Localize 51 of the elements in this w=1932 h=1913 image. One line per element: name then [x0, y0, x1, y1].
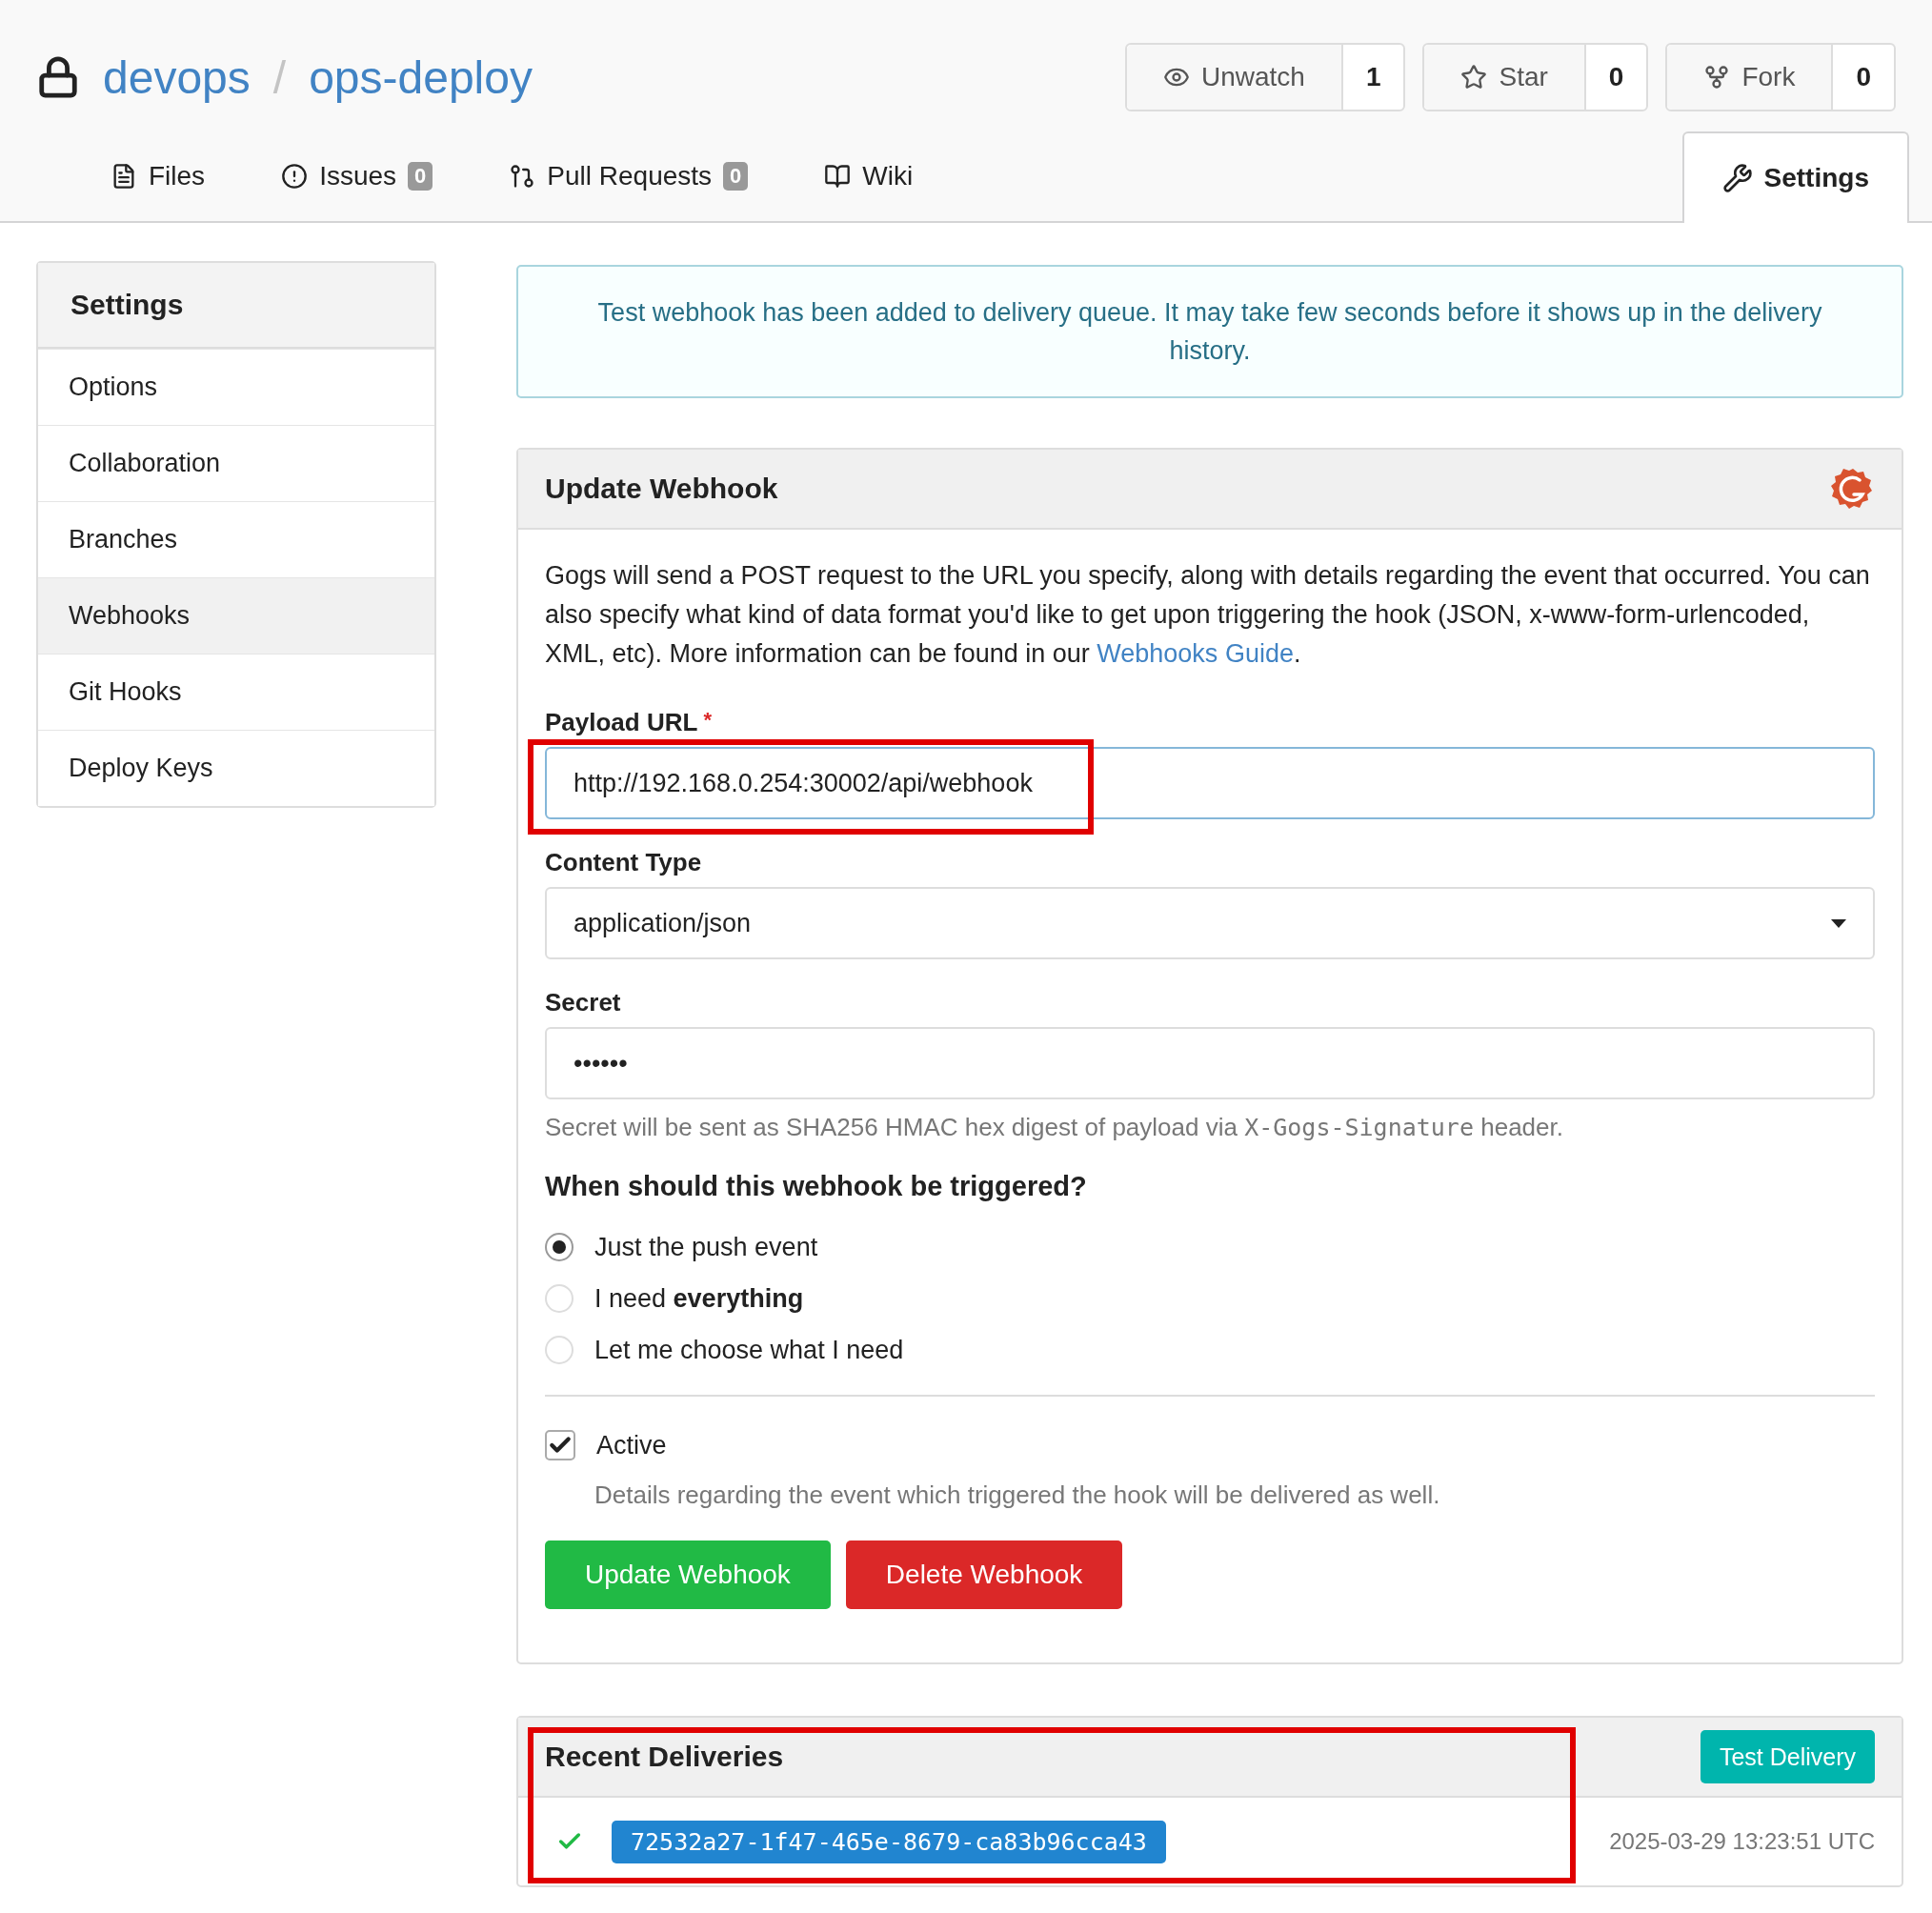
- action-count: 0: [1855, 61, 1872, 93]
- radio-label: Let me choose what I need: [594, 1335, 904, 1365]
- nav-tab[interactable]: Wiki: [786, 131, 952, 221]
- form-button[interactable]: Delete Webhook: [845, 1540, 1123, 1609]
- gear-logo-icon: [1831, 467, 1875, 511]
- field-label: Secret: [545, 988, 622, 1017]
- radio-label: Just the push event: [594, 1232, 818, 1262]
- path-separator: /: [272, 50, 287, 104]
- nav-tab[interactable]: Files: [72, 131, 244, 221]
- field-label: Content Type: [545, 848, 703, 877]
- action-button[interactable]: Star: [1424, 45, 1586, 110]
- active-hint: Details regarding the event which triggered the hook will be delivered as well.: [594, 1480, 1441, 1510]
- description-text: Gogs will send a POST request to the URL you specify, along with details regarding the event that occurred. You can also specify what kind of data format you'd like to get upon triggering the hook (JSON, x-www-form-urlencoded, XML, etc). More information can be found in our Webhooks Guide.: [545, 560, 1871, 670]
- action-count: 1: [1364, 61, 1382, 93]
- action-button[interactable]: Fork: [1667, 45, 1834, 110]
- nav-tab[interactable]: Issues 0: [243, 131, 472, 221]
- delivery-id[interactable]: 72532a27-1f47-465e-8679-ca83b96cca43: [612, 1820, 1166, 1863]
- payload-url-input[interactable]: http://192.168.0.254:30002/api/webhook: [545, 747, 1875, 819]
- dropdown-icon: [1831, 918, 1846, 928]
- delivery-time: 2025-03-29 13:23:51 UTC: [1609, 1828, 1875, 1855]
- radio-button[interactable]: [545, 1233, 574, 1261]
- info-message: Test webhook has been added to delivery queue. It may take few seconds before it shows up in the delivery history.: [516, 265, 1903, 398]
- content-type-select[interactable]: application/json: [545, 887, 1875, 959]
- secret-input[interactable]: ••••••: [545, 1027, 1875, 1099]
- panel-title: Update Webhook: [545, 473, 778, 505]
- radio-label: I need everything: [594, 1283, 804, 1314]
- book-icon: [824, 163, 852, 190]
- alert-circle-icon: [281, 163, 309, 190]
- repo-link[interactable]: ops-deploy: [309, 50, 533, 104]
- menu-item[interactable]: Deploy Keys: [38, 730, 434, 806]
- checkbox-label: Active: [596, 1430, 667, 1460]
- secret-hint: Secret will be sent as SHA256 HMAC hex digest of payload via X-Gogs-Signature header.: [545, 1113, 1564, 1142]
- owner-link[interactable]: devops: [103, 50, 251, 104]
- section-heading: When should this webhook be triggered?: [545, 1171, 1088, 1202]
- action-button[interactable]: Unwatch: [1126, 45, 1343, 110]
- field-label: Payload URL *: [545, 708, 713, 737]
- checkbox[interactable]: [545, 1430, 575, 1460]
- star-icon: [1460, 64, 1488, 91]
- menu-title: Settings: [38, 263, 434, 349]
- wrench-icon: [1721, 163, 1753, 193]
- action-count: 0: [1607, 61, 1625, 93]
- pull-request-icon: [509, 163, 536, 190]
- panel-title: Recent Deliveries: [545, 1741, 784, 1773]
- nav-tab[interactable]: Pull Requests 0: [471, 131, 787, 221]
- menu-item[interactable]: Webhooks: [38, 577, 434, 654]
- nav-tab[interactable]: Settings: [1681, 131, 1909, 223]
- fork-icon: [1703, 64, 1731, 91]
- count-badge: 0: [408, 162, 433, 191]
- count-badge: 0: [723, 162, 749, 191]
- required-mark: *: [703, 708, 712, 732]
- guide-link[interactable]: Webhooks Guide: [1097, 639, 1294, 668]
